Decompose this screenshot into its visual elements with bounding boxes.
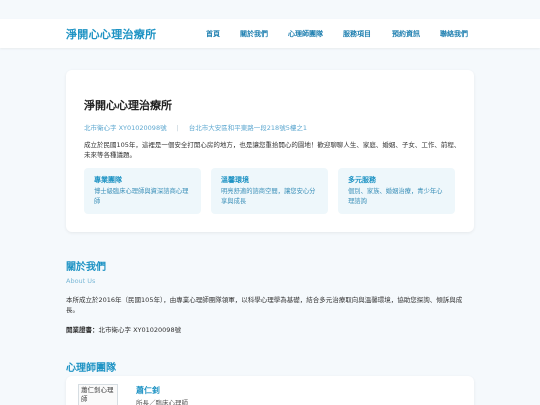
member-name: 蕭仁釗 xyxy=(136,386,160,395)
nav-booking[interactable]: 預約資訊 xyxy=(392,29,420,39)
meta-separator: | xyxy=(176,124,179,132)
hero-intro: 成立於民國105年，這裡是一個安全打開心房的地方，也是讓您重拾開心的園地！歡迎聊… xyxy=(84,141,461,159)
license-number: 北市衛心字 XY01020098號 xyxy=(84,124,167,132)
license-label: 開業證書： xyxy=(66,326,99,334)
nav-contact[interactable]: 聯絡我們 xyxy=(440,29,468,39)
clinic-meta: 北市衛心字 XY01020098號 | 台北市大安區和平東路一段218號5樓之1 xyxy=(84,122,307,132)
member-role: 所長／臨床心理師 xyxy=(136,399,188,405)
license-line: 開業證書：北市衛心字 XY01020098號 xyxy=(66,324,181,334)
hero-card: 淨開心心理治療所 北市衛心字 XY01020098號 | 台北市大安區和平東路一段2… xyxy=(66,70,474,232)
about-title: 關於我們 xyxy=(66,262,106,273)
feature-text: 博士級臨床心理師與資深諮商心理師 xyxy=(94,188,189,205)
feature-title: 多元服務 xyxy=(348,176,376,184)
feature-text: 個別、家族、婚姻治療，青少年心理諮詢 xyxy=(348,188,443,205)
about-subtitle: About Us xyxy=(66,277,96,285)
feature-card-services: 多元服務 個別、家族、婚姻治療，青少年心理諮詢 xyxy=(338,168,455,214)
hero-title: 淨開心心理治療所 xyxy=(84,99,172,112)
feature-title: 溫馨環境 xyxy=(221,176,249,184)
top-navbar: 淨開心心理治療所 首頁 關於我們 心理師團隊 服務項目 預約資訊 聯絡我們 xyxy=(0,19,540,48)
team-member-card[interactable]: 蕭仁釗心理師 蕭仁釗 所長／臨床心理師 xyxy=(66,376,474,405)
nav-home[interactable]: 首頁 xyxy=(206,29,220,39)
feature-title: 專業團隊 xyxy=(94,176,122,184)
about-text: 本所成立於2016年（民國105年），由專業心理師團隊領軍，以科學心理學為基礎，… xyxy=(66,296,463,314)
feature-card-team: 專業團隊 博士級臨床心理師與資深諮商心理師 xyxy=(84,168,201,214)
team-title: 心理師團隊 xyxy=(66,363,116,374)
nav-services[interactable]: 服務項目 xyxy=(343,29,371,39)
feature-cards: 專業團隊 博士級臨床心理師與資深諮商心理師 溫馨環境 明亮舒適的諮商空間，讓您安… xyxy=(84,168,456,214)
brand-logo[interactable]: 淨開心心理治療所 xyxy=(66,26,156,42)
clinic-address: 台北市大安區和平東路一段218號5樓之1 xyxy=(188,124,307,132)
nav-team[interactable]: 心理師團隊 xyxy=(288,29,323,39)
nav-about[interactable]: 關於我們 xyxy=(240,29,268,39)
feature-card-environment: 溫馨環境 明亮舒適的諮商空間，讓您安心分享與成長 xyxy=(211,168,328,214)
member-photo: 蕭仁釗心理師 xyxy=(78,384,118,405)
license-value: 北市衛心字 XY01020098號 xyxy=(98,326,182,334)
feature-text: 明亮舒適的諮商空間，讓您安心分享與成長 xyxy=(221,188,316,205)
